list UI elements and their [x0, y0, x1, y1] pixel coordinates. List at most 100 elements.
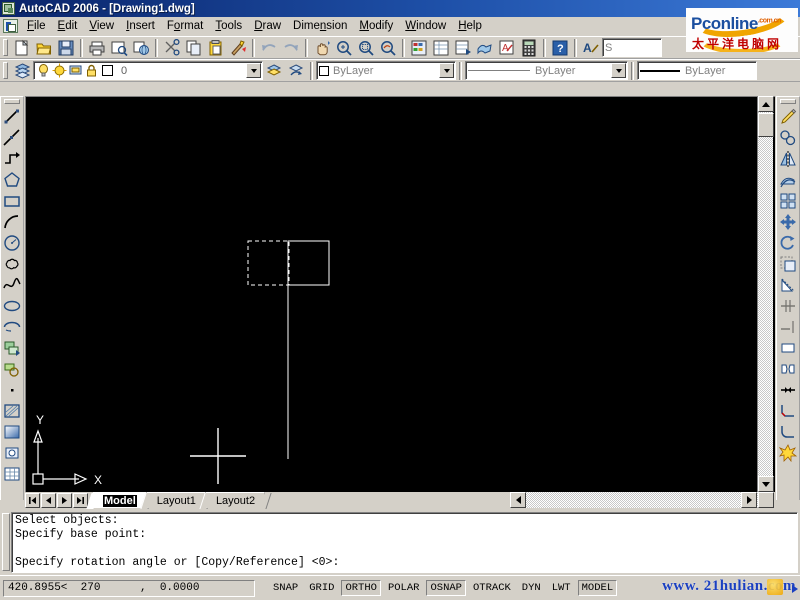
erase-icon[interactable] [777, 106, 799, 127]
table-icon[interactable] [1, 463, 23, 484]
publish-icon[interactable] [130, 37, 152, 58]
open-folder-icon[interactable] [33, 37, 55, 58]
lineweight-combo[interactable]: ByLayer [637, 61, 757, 80]
properties-icon[interactable] [408, 37, 430, 58]
linetype-combo[interactable]: ByLayer [465, 61, 628, 80]
copy-icon[interactable] [183, 37, 205, 58]
layer-combo[interactable]: 0 [33, 61, 263, 80]
text-style-icon[interactable]: A [580, 37, 602, 58]
scale-icon[interactable] [777, 253, 799, 274]
color-combo[interactable]: ByLayer [316, 61, 456, 80]
status-toggle-grid[interactable]: GRID [305, 580, 339, 596]
fillet-icon[interactable] [777, 421, 799, 442]
plot-preview-icon[interactable] [108, 37, 130, 58]
zoom-previous-icon[interactable] [377, 37, 399, 58]
array-icon[interactable] [777, 190, 799, 211]
status-toggle-snap[interactable]: SNAP [269, 580, 303, 596]
calculator-icon[interactable] [518, 37, 540, 58]
undo-arrow-icon[interactable] [258, 37, 280, 58]
hatch-icon[interactable] [1, 400, 23, 421]
status-toggle-lwt[interactable]: LWT [547, 580, 575, 596]
next-tab-icon[interactable] [57, 492, 72, 508]
gradient-icon[interactable] [1, 421, 23, 442]
help-question-icon[interactable]: ? [549, 37, 571, 58]
coordinate-display[interactable]: 420.8955< 270 , 0.0000 [3, 579, 255, 597]
status-toggle-polar[interactable]: POLAR [383, 580, 424, 596]
tab-layout1[interactable]: Layout1 [140, 492, 213, 509]
polyline-icon[interactable] [1, 148, 23, 169]
tab-layout2[interactable]: Layout2 [199, 492, 272, 509]
copy-object-icon[interactable] [777, 127, 799, 148]
extend-icon[interactable] [777, 316, 799, 337]
cut-scissors-icon[interactable] [161, 37, 183, 58]
chevron-down-icon[interactable] [246, 63, 261, 78]
tab-model[interactable]: Model [86, 492, 154, 509]
scroll-right-button[interactable] [741, 492, 757, 508]
horizontal-scrollbar[interactable] [510, 492, 774, 508]
menu-item-view[interactable]: View [83, 18, 120, 34]
toolbar-grip[interactable] [3, 39, 8, 56]
break-icon[interactable] [777, 358, 799, 379]
explode-icon[interactable] [777, 442, 799, 463]
sheet-set-icon[interactable] [474, 37, 496, 58]
tool-palettes-icon[interactable] [452, 37, 474, 58]
menu-item-format[interactable]: Format [161, 18, 209, 34]
last-tab-icon[interactable] [73, 492, 88, 508]
status-toggle-dyn[interactable]: DYN [517, 580, 545, 596]
previous-tab-icon[interactable] [41, 492, 56, 508]
trim-icon[interactable] [777, 295, 799, 316]
first-tab-icon[interactable] [25, 492, 40, 508]
horizontal-scroll-thumb[interactable] [758, 492, 774, 508]
chevron-down-icon[interactable] [439, 63, 454, 78]
text-style-combo[interactable]: S [602, 38, 662, 57]
chevron-down-icon[interactable] [611, 63, 626, 78]
revision-cloud-icon[interactable] [1, 253, 23, 274]
circle-icon[interactable] [1, 232, 23, 253]
toolbar-grip[interactable] [3, 62, 8, 79]
line-icon[interactable] [1, 106, 23, 127]
insert-block-icon[interactable] [1, 337, 23, 358]
save-disk-icon[interactable] [55, 37, 77, 58]
ellipse-arc-icon[interactable] [1, 316, 23, 337]
stretch-icon[interactable] [777, 274, 799, 295]
vertical-scroll-thumb[interactable] [758, 113, 774, 137]
spline-icon[interactable] [1, 274, 23, 295]
zoom-window-icon[interactable] [355, 37, 377, 58]
menu-item-edit[interactable]: Edit [52, 18, 84, 34]
break-at-point-icon[interactable] [777, 337, 799, 358]
status-toggle-osnap[interactable]: OSNAP [426, 580, 466, 596]
rectangle-icon[interactable] [1, 190, 23, 211]
menu-item-dimension[interactable]: Dimension [287, 18, 353, 34]
markup-set-icon[interactable]: A [496, 37, 518, 58]
menu-item-help[interactable]: Help [452, 18, 488, 34]
menu-item-insert[interactable]: Insert [120, 18, 161, 34]
make-layer-current-icon[interactable] [263, 60, 285, 81]
pan-hand-icon[interactable] [311, 37, 333, 58]
polygon-icon[interactable] [1, 169, 23, 190]
menu-item-file[interactable]: File [21, 18, 52, 34]
menu-item-modify[interactable]: Modify [353, 18, 399, 34]
designcenter-icon[interactable] [430, 37, 452, 58]
make-block-icon[interactable] [1, 358, 23, 379]
drawing-canvas[interactable]: XY [25, 96, 775, 492]
move-icon[interactable] [777, 211, 799, 232]
command-window-grip[interactable] [2, 513, 10, 571]
match-properties-icon[interactable] [227, 37, 249, 58]
status-toggle-ortho[interactable]: ORTHO [341, 580, 381, 596]
arc-icon[interactable] [1, 211, 23, 232]
layer-previous-icon[interactable] [285, 60, 307, 81]
printer-icon[interactable] [86, 37, 108, 58]
redo-arrow-icon[interactable] [280, 37, 302, 58]
toolbar-grip[interactable] [780, 99, 796, 104]
scroll-left-button[interactable] [510, 492, 526, 508]
ellipse-icon[interactable] [1, 295, 23, 316]
chamfer-icon[interactable] [777, 400, 799, 421]
toolbar-grip[interactable] [4, 99, 20, 104]
new-file-icon[interactable] [11, 37, 33, 58]
paste-icon[interactable] [205, 37, 227, 58]
window-control-icon[interactable] [3, 19, 18, 33]
rotate-icon[interactable] [777, 232, 799, 253]
scroll-up-button[interactable] [758, 96, 774, 112]
scroll-down-button[interactable] [758, 476, 774, 492]
offset-icon[interactable] [777, 169, 799, 190]
